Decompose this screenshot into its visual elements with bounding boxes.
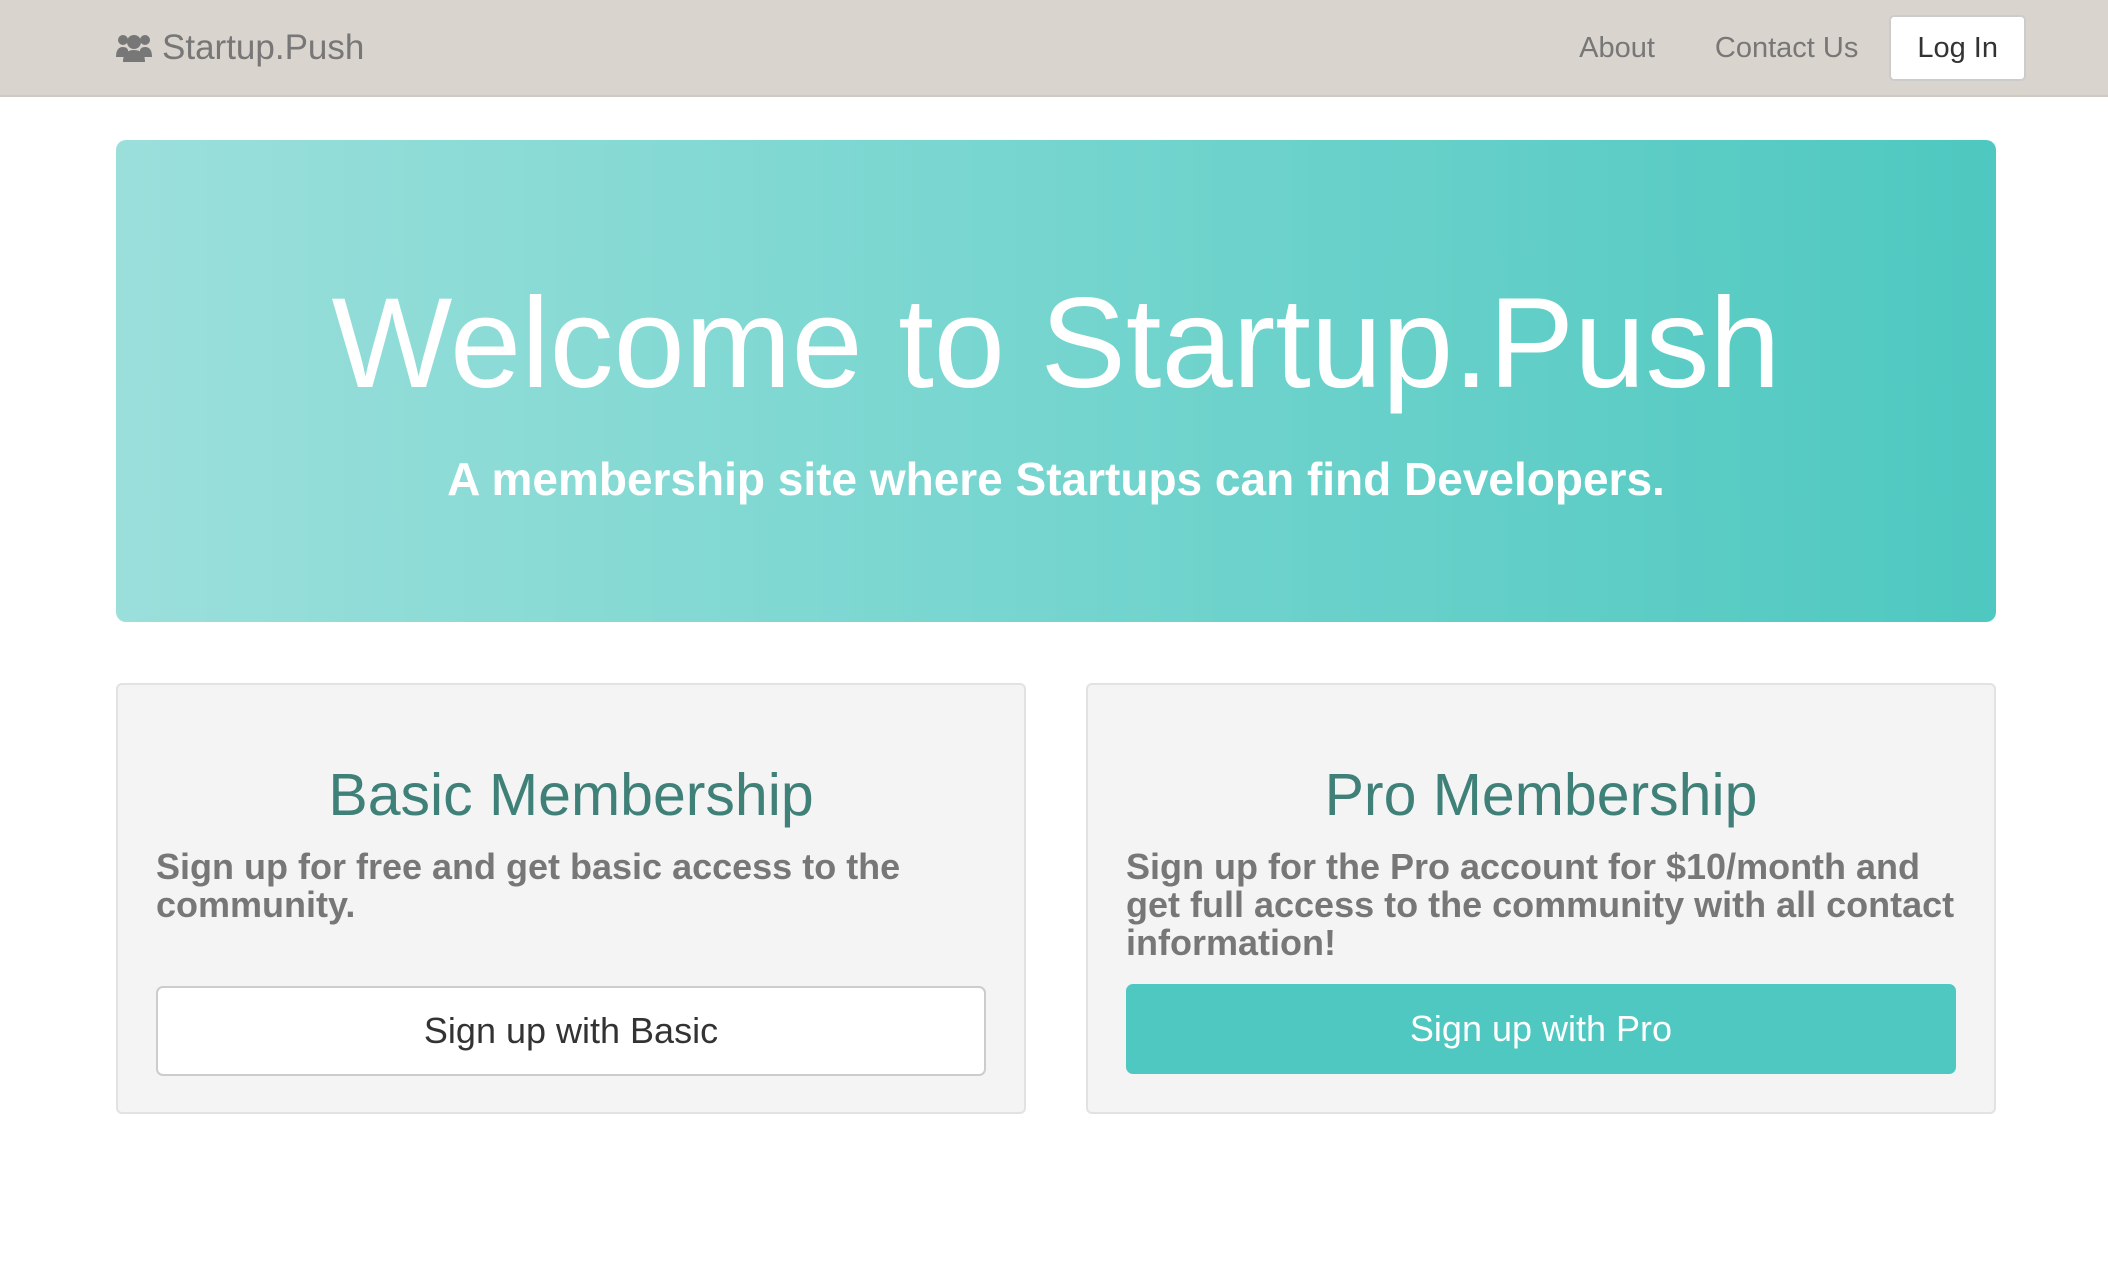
nav-link-about[interactable]: About [1579,32,1655,65]
hero-banner: Welcome to Startup.Push A membership sit… [116,140,1996,622]
pro-membership-card: Pro Membership Sign up for the Pro accou… [1086,683,1996,1114]
basic-membership-title: Basic Membership [328,762,814,828]
nav-link-contact-us[interactable]: Contact Us [1715,32,1858,65]
top-navbar: Startup.Push About Contact Us Log In [0,0,2108,97]
sign-up-pro-button[interactable]: Sign up with Pro [1126,984,1956,1074]
pro-membership-title: Pro Membership [1324,762,1758,828]
brand-label: Startup.Push [162,28,365,67]
basic-membership-description: Sign up for free and get basic access to… [156,846,901,925]
hero-subtitle: A membership site where Startups can fin… [447,453,1665,505]
pro-membership-description: Sign up for the Pro account for $10/mont… [1126,846,1955,963]
basic-membership-card: Basic Membership Sign up for free and ge… [116,683,1026,1114]
login-button[interactable]: Log In [1889,15,2026,81]
brand-link[interactable]: Startup.Push [115,22,364,74]
users-icon [115,29,153,67]
sign-up-basic-button[interactable]: Sign up with Basic [156,986,986,1076]
nav-menu: About Contact Us Log In [1579,15,2026,81]
hero-title: Welcome to Startup.Push [331,272,1781,415]
